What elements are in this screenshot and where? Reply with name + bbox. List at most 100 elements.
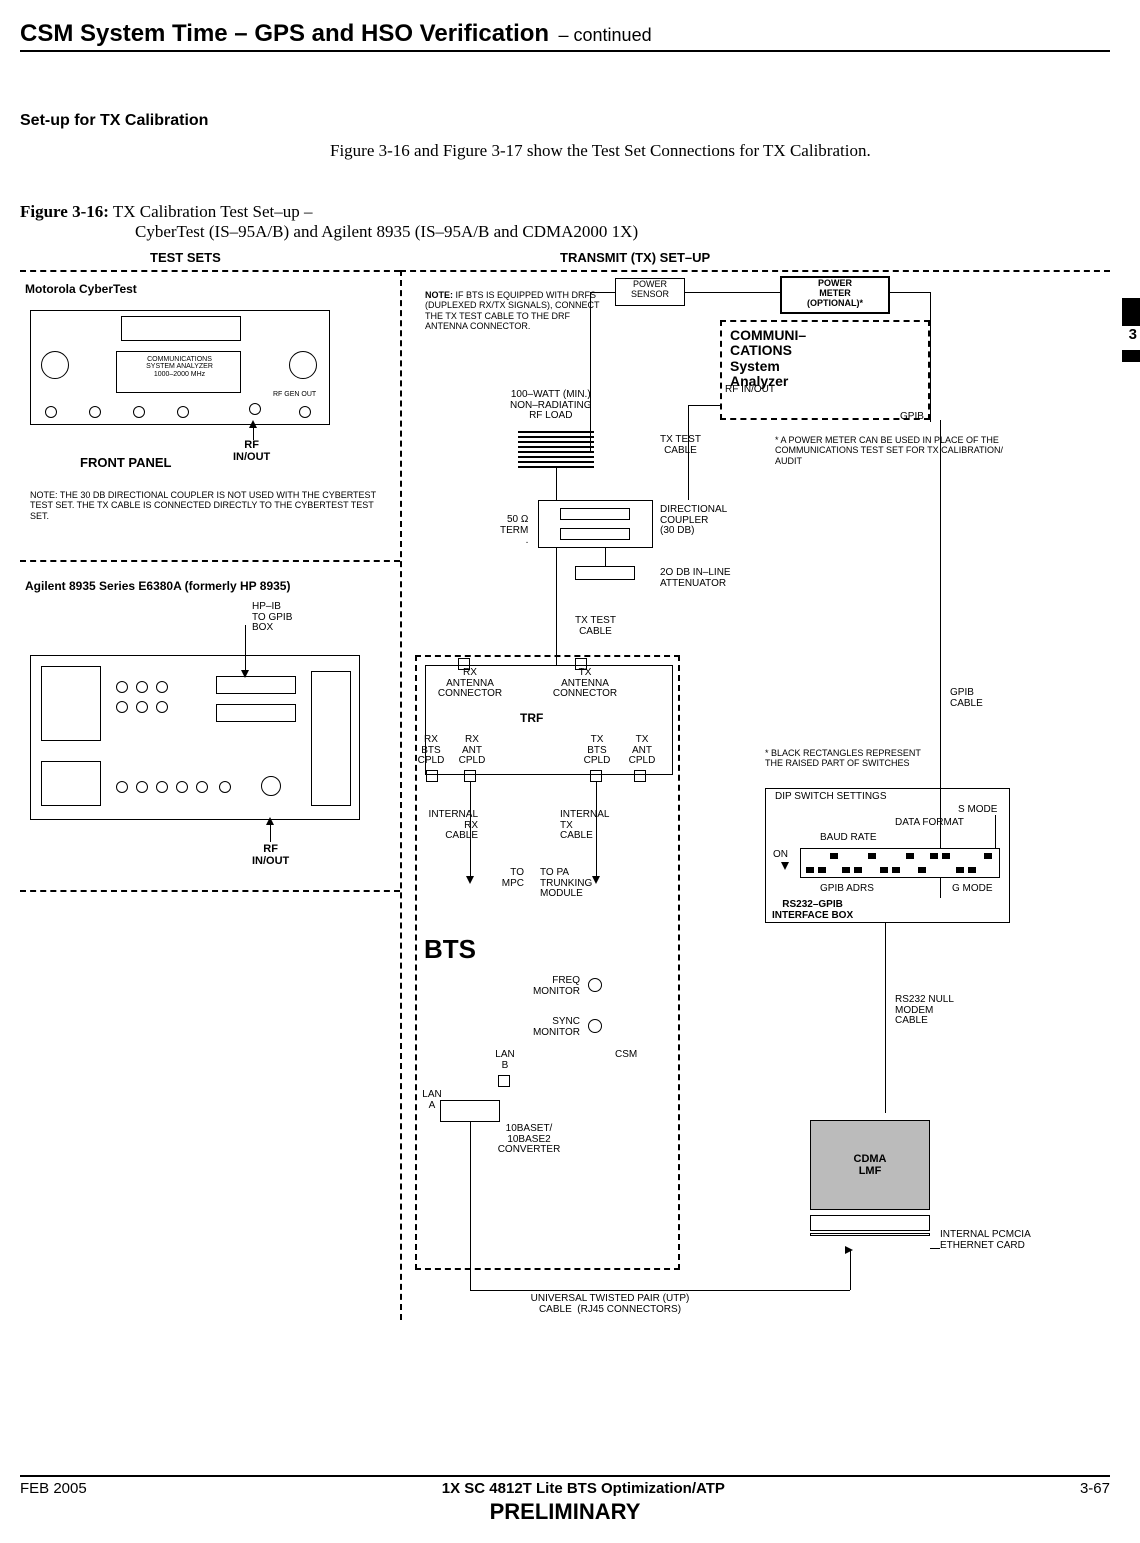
analyzer-box: COMMUNI– CATIONS System Analyzer [720, 320, 930, 420]
bts-lbl: BTS [424, 936, 476, 963]
trf-lbl: TRF [520, 712, 543, 725]
dip5 [854, 867, 862, 873]
gpib-cable-lbl: GPIB CABLE [950, 688, 983, 709]
dash-center-v [400, 270, 402, 1320]
hpib-arrow-line [245, 625, 246, 672]
dip4 [842, 867, 850, 873]
dip14 [968, 867, 976, 873]
figure-subtitle: CyberTest (IS–95A/B) and Agilent 8935 (I… [135, 222, 1110, 242]
dash-mid-left [20, 560, 400, 562]
term50-lbl: 50 Ω TERM . [500, 515, 528, 547]
sq4 [634, 770, 646, 782]
ag-rf-arrow-head [266, 817, 274, 825]
test-sets-header: TEST SETS [150, 250, 221, 265]
side-tab-chapter: 3 [1129, 326, 1137, 343]
ag-rf-port [261, 776, 281, 796]
pm-line-v [930, 292, 931, 422]
ct-rf-arrow-head [249, 420, 257, 428]
section-setup: Set-up for TX Calibration [20, 112, 1110, 130]
gpib-adrs-lbl: GPIB ADRS [820, 884, 874, 895]
rx-bts-cpld: RX BTS CPLD [414, 735, 448, 767]
ct-port-2 [89, 406, 101, 418]
tx-test-cable-2: TX TEST CABLE [575, 616, 616, 637]
converter-lbl: 10BASET/ 10BASE2 CONVERTER [488, 1124, 570, 1156]
pm-line-r [890, 292, 930, 293]
intrx-line [470, 782, 471, 882]
load-dc-line [556, 468, 557, 500]
baud-lbl: BAUD RATE [820, 833, 877, 844]
rx-ant-conn: RX ANTENNA CONNECTOR [435, 668, 505, 700]
to-pa-lbl: TO PA TRUNKING MODULE [540, 868, 592, 900]
rx-conn-sq [458, 658, 470, 670]
dip6 [868, 853, 876, 859]
gmode-lbl: G MODE [952, 884, 993, 895]
ag-side [311, 671, 351, 806]
rs232-line [885, 923, 886, 1113]
lan-b-port [498, 1075, 510, 1087]
rf-gen-out-lbl: RF GEN OUT [273, 391, 316, 398]
footer-date: FEB 2005 [20, 1480, 87, 1497]
ct-knob-1 [41, 351, 69, 379]
ag-screen [41, 666, 101, 741]
power-meter-box: POWER METER (OPTIONAL)* [780, 276, 890, 314]
dash-top-left [20, 270, 400, 272]
ag-hpib-port [216, 676, 296, 694]
ag-port2 [216, 704, 296, 722]
lmf-base [810, 1233, 930, 1236]
conv-right [470, 1290, 850, 1291]
tx-bts-cpld: TX BTS CPLD [580, 735, 614, 767]
cybertest-title: Motorola CyberTest [25, 283, 137, 296]
ct-port-3 [133, 406, 145, 418]
pcmcia-line [930, 1248, 940, 1249]
freq-mon-lbl: FREQ MONITOR [520, 976, 580, 997]
ag-p3 [156, 681, 168, 693]
ag-rf-inout-lbl: RF IN/OUT [252, 844, 289, 867]
ps-line-r [685, 292, 780, 293]
int-rx-lbl: INTERNAL RX CABLE [418, 810, 478, 842]
ct-screen [121, 316, 241, 341]
dip1 [806, 867, 814, 873]
sync-mon-lbl: SYNC MONITOR [520, 1017, 580, 1038]
dash-bot-left [20, 890, 400, 892]
ag-lp1 [116, 781, 128, 793]
agilent-title: Agilent 8935 Series E6380A (formerly HP … [25, 580, 290, 593]
page-title-cont: – continued [559, 25, 652, 46]
cybertest-panel: COMMUNICATIONS SYSTEM ANALYZER 1000–2000… [30, 310, 330, 425]
atten-lbl: 2O DB IN–LINE ATTENUATOR [660, 568, 731, 589]
dc-inner1 [560, 508, 630, 520]
header-divider [20, 50, 1110, 52]
freq-mon-port [588, 978, 602, 992]
ct-label-box: COMMUNICATIONS SYSTEM ANALYZER 1000–2000… [116, 351, 241, 393]
to-mpc-lbl: TO MPC [488, 868, 524, 889]
ct-port-6 [299, 406, 311, 418]
tx-conn-sq [575, 658, 587, 670]
footer-divider [20, 1475, 1110, 1477]
lmf-laptop: CDMA LMF [810, 1120, 930, 1240]
ct-port-1 [45, 406, 57, 418]
lmf-screen: CDMA LMF [810, 1120, 930, 1210]
tx-ant-conn: TX ANTENNA CONNECTOR [550, 668, 620, 700]
ag-p5 [136, 701, 148, 713]
note-drfs: NOTE: IF BTS IS EQUIPPED WITH DRFS (DUPL… [425, 290, 605, 331]
rf-inout2-lbl: RF IN/OUT [725, 385, 775, 396]
page-title: CSM System Time – GPS and HSO Verificati… [20, 20, 549, 48]
dip7 [880, 867, 888, 873]
gpib-lbl: GPIB [900, 412, 924, 423]
ag-p2 [136, 681, 148, 693]
ag-lower-screen [41, 761, 101, 806]
on-arrow [781, 862, 789, 870]
sync-mon-port [588, 1019, 602, 1033]
ag-lp3 [156, 781, 168, 793]
dip12 [942, 853, 950, 859]
sq3 [590, 770, 602, 782]
tx-arr [592, 876, 600, 884]
csm-lbl: CSM [615, 1050, 637, 1061]
ct-comm-sys: COMMUNICATIONS SYSTEM ANALYZER 1000–2000… [119, 356, 240, 378]
dash-top-right [400, 270, 1110, 272]
figure-title: TX Calibration Test Set–up – [109, 202, 313, 221]
rx-ant-cpld: RX ANT CPLD [455, 735, 489, 767]
dc-att-line [605, 548, 606, 566]
cdma-lmf-lbl: CDMA LMF [854, 1153, 887, 1177]
note-30db: NOTE: THE 30 DB DIRECTIONAL COUPLER IS N… [30, 490, 390, 521]
conv-down [470, 1122, 471, 1290]
